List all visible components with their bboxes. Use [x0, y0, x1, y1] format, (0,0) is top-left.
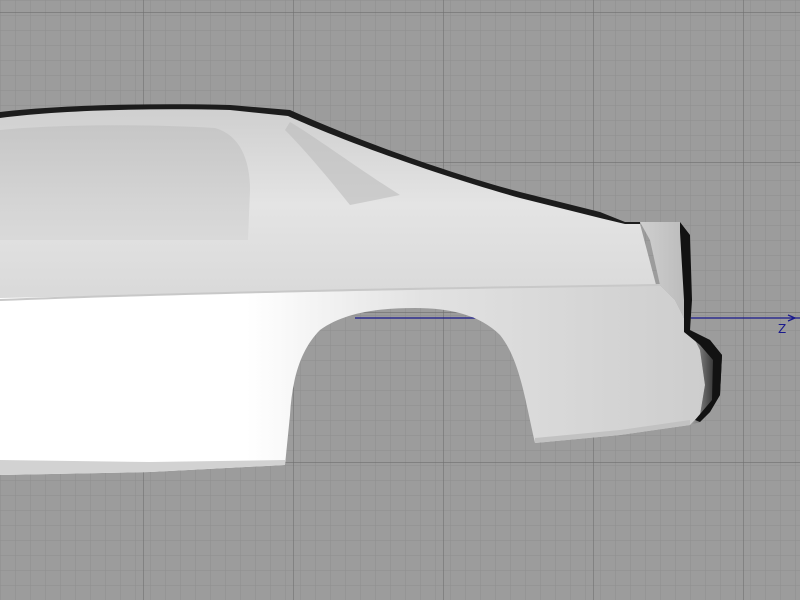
- rear-window: [0, 125, 250, 240]
- 3d-viewport[interactable]: Z: [0, 0, 800, 600]
- viewport-canvas: [0, 0, 800, 600]
- z-axis-label: Z: [778, 322, 787, 336]
